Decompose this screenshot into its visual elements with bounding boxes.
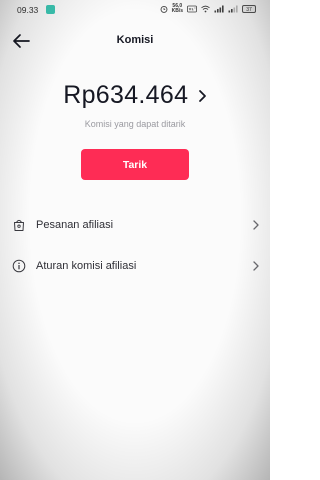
chevron-right-icon xyxy=(253,220,259,230)
network-speed: 56,0 KB/s xyxy=(172,4,183,14)
battery-indicator: 37 xyxy=(242,5,256,13)
app-notification-icon xyxy=(46,5,55,14)
status-bar: 09.33 56,0 KB/s 37 xyxy=(0,0,270,20)
commission-screen: 09.33 56,0 KB/s 37 Komisi Rp634.464 Komi… xyxy=(0,0,270,480)
chevron-right-icon[interactable] xyxy=(197,89,207,103)
menu-item-affiliate-orders[interactable]: Pesanan afiliasi xyxy=(0,210,270,240)
signal-icon-2 xyxy=(228,5,238,13)
commission-amount[interactable]: Rp634.464 xyxy=(63,81,188,109)
wifi-icon xyxy=(201,5,210,13)
photo-vignette xyxy=(0,0,270,480)
balance-display[interactable]: Rp634.464 xyxy=(0,81,270,110)
menu-item-commission-rules[interactable]: Aturan komisi afiliasi xyxy=(0,251,270,281)
balance-caption: Komisi yang dapat ditarik xyxy=(84,119,186,129)
withdraw-button[interactable]: Tarik xyxy=(81,149,189,180)
signal-icon-1 xyxy=(214,5,224,13)
network-speed-unit: KB/s xyxy=(171,8,183,14)
alarm-icon xyxy=(160,5,168,13)
chevron-right-icon xyxy=(253,261,259,271)
status-indicators: 56,0 KB/s 37 xyxy=(160,4,256,14)
status-time: 09.33 xyxy=(17,5,39,15)
info-icon xyxy=(12,259,26,273)
app-header: Komisi xyxy=(0,28,270,54)
volte-icon xyxy=(187,5,197,13)
menu-item-label: Pesanan afiliasi xyxy=(36,219,114,231)
page-title: Komisi xyxy=(116,34,154,46)
menu-item-label: Aturan komisi afiliasi xyxy=(36,260,137,272)
shopping-bag-icon xyxy=(14,219,24,231)
